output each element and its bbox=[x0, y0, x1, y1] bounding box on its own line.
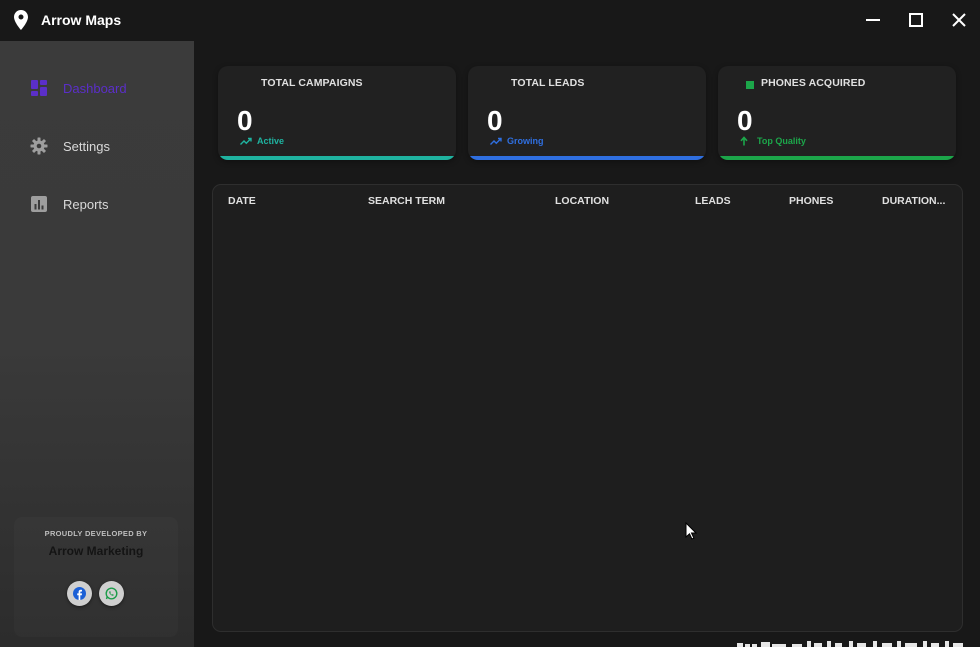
credits-caption: PROUDLY DEVELOPED BY bbox=[44, 529, 148, 538]
sidebar-item-dashboard[interactable]: Dashboard bbox=[30, 75, 127, 101]
sidebar-item-label: Reports bbox=[63, 196, 109, 212]
stat-subtitle-label: Active bbox=[257, 136, 285, 146]
stat-subtitle-label: Top Quality bbox=[757, 136, 806, 146]
column-header-duration[interactable]: DURATION... bbox=[882, 195, 945, 207]
stat-title: TOTAL CAMPAIGNS bbox=[261, 77, 363, 89]
stat-card-total-campaigns: TOTAL CAMPAIGNS 0 Active bbox=[218, 66, 456, 160]
gear-icon bbox=[30, 137, 48, 155]
stat-value: 0 bbox=[737, 105, 753, 136]
clipped-overlay-text bbox=[737, 641, 963, 647]
whatsapp-button[interactable] bbox=[99, 581, 124, 606]
campaigns-table: DATE SEARCH TERM LOCATION LEADS PHONES D… bbox=[212, 184, 963, 632]
dashboard-icon bbox=[30, 79, 48, 97]
close-button[interactable] bbox=[944, 6, 974, 34]
whatsapp-icon bbox=[105, 587, 118, 600]
column-header-search-term[interactable]: SEARCH TERM bbox=[368, 195, 445, 207]
trending-up-icon bbox=[490, 137, 502, 145]
facebook-button[interactable] bbox=[67, 581, 92, 606]
sidebar-item-label: Settings bbox=[63, 138, 110, 154]
stat-subtitle: Active bbox=[240, 136, 284, 146]
stat-subtitle: Growing bbox=[490, 136, 544, 146]
maximize-button[interactable] bbox=[901, 6, 931, 34]
stat-title: PHONES ACQUIRED bbox=[761, 77, 866, 89]
bar-chart-icon bbox=[30, 195, 48, 213]
app-title: Arrow Maps bbox=[41, 12, 122, 28]
mouse-cursor-icon bbox=[685, 522, 697, 540]
stat-card-total-leads: TOTAL LEADS 0 Growing bbox=[468, 66, 706, 160]
column-header-phones[interactable]: PHONES bbox=[789, 195, 833, 207]
column-header-location[interactable]: LOCATION bbox=[555, 195, 609, 207]
trending-up-icon bbox=[240, 137, 252, 145]
arrow-up-icon bbox=[740, 136, 748, 146]
stat-subtitle-label: Growing bbox=[507, 136, 544, 146]
stat-title: TOTAL LEADS bbox=[511, 77, 585, 89]
sidebar-item-reports[interactable]: Reports bbox=[30, 191, 109, 217]
minimize-button[interactable] bbox=[858, 6, 888, 34]
facebook-icon bbox=[73, 587, 86, 600]
credits-panel: PROUDLY DEVELOPED BY Arrow Marketing bbox=[14, 517, 178, 637]
maximize-icon bbox=[909, 13, 923, 27]
square-icon bbox=[746, 81, 754, 89]
minimize-icon bbox=[866, 19, 880, 21]
stat-value: 0 bbox=[487, 105, 503, 136]
column-header-date[interactable]: DATE bbox=[228, 195, 256, 207]
sidebar-item-settings[interactable]: Settings bbox=[30, 133, 110, 159]
stat-subtitle: Top Quality bbox=[740, 136, 806, 146]
stat-value: 0 bbox=[237, 105, 253, 136]
column-header-leads[interactable]: LEADS bbox=[695, 195, 731, 207]
sidebar: Dashboard Settings Reports PROUDLY DEVEL… bbox=[0, 41, 194, 647]
credits-name: Arrow Marketing bbox=[48, 544, 144, 558]
map-pin-icon bbox=[14, 10, 28, 30]
title-bar: Arrow Maps bbox=[0, 0, 980, 41]
stat-card-phones-acquired: PHONES ACQUIRED 0 Top Quality bbox=[718, 66, 956, 160]
close-icon bbox=[952, 13, 966, 27]
stat-accent-bar bbox=[218, 156, 456, 160]
stat-accent-bar bbox=[468, 156, 706, 160]
sidebar-item-label: Dashboard bbox=[63, 80, 127, 96]
stat-accent-bar bbox=[718, 156, 956, 160]
